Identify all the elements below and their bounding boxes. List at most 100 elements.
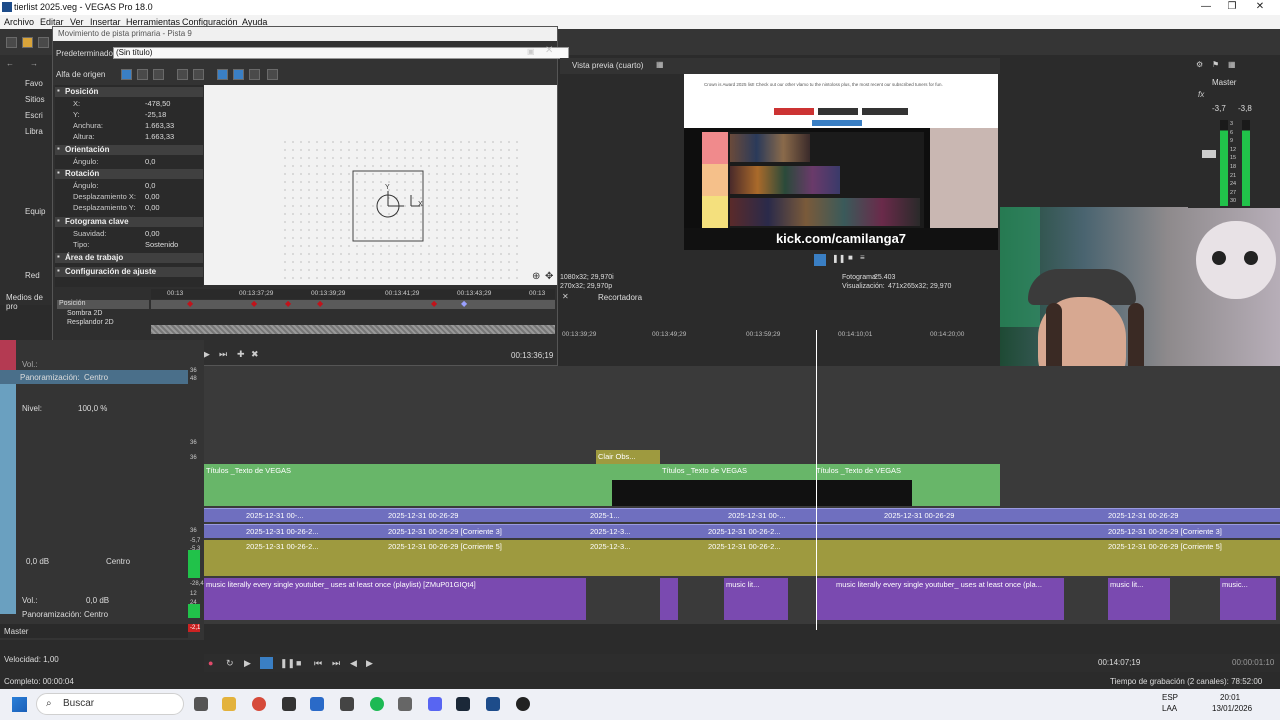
kf-ruler[interactable]: 00:13 00:13:37;29 00:13:39;29 00:13:41;2… <box>151 289 555 299</box>
section-settings[interactable]: Configuración de ajuste <box>55 266 203 277</box>
prop-offset-y-value[interactable]: 0,00 <box>145 203 160 212</box>
media-icon[interactable] <box>516 697 530 711</box>
record-button[interactable]: ● <box>208 658 213 668</box>
preview-menu-icon[interactable]: ≡ <box>860 253 865 262</box>
taskbar-search[interactable]: ⌕ Buscar <box>36 693 184 715</box>
music-clip[interactable]: music lit... <box>1108 578 1170 620</box>
pause-preview-button[interactable]: ❚❚ <box>832 254 845 263</box>
prop-x-value[interactable]: -478,50 <box>145 99 170 108</box>
keyframe-marker[interactable]: ◆ <box>285 299 291 308</box>
windows-start-icon[interactable] <box>12 697 27 712</box>
section-workarea[interactable]: Área de trabajo <box>55 252 203 263</box>
timeline-tracks[interactable]: Títulos _Texto de VEGAS Títulos _Texto d… <box>204 366 1280 624</box>
video-clip-row[interactable]: 2025-12-31 00-26-2... 2025-12-31 00-26-2… <box>204 524 1280 538</box>
pan-value[interactable]: Centro <box>84 373 108 382</box>
explorer-item-sites[interactable]: Sitios <box>25 95 45 104</box>
app-icon[interactable] <box>398 697 412 711</box>
video-clip-row[interactable]: 2025-12-31 00-... 2025-12-31 00-26-29 20… <box>204 508 1280 522</box>
zoom-icon[interactable]: ⊕ <box>532 271 540 282</box>
music-clip[interactable] <box>660 578 678 620</box>
back-icon[interactable]: ← <box>6 59 14 68</box>
playhead-cursor[interactable] <box>816 330 817 630</box>
copilot-icon[interactable] <box>194 697 208 711</box>
pause-button[interactable]: ❚❚ <box>280 658 295 669</box>
kf-add-icon[interactable]: ✚ <box>237 349 245 360</box>
spotify-icon[interactable] <box>370 697 384 711</box>
forward-icon[interactable]: → <box>30 59 38 68</box>
prop-height-value[interactable]: 1.663,33 <box>145 132 174 141</box>
file-explorer-icon[interactable] <box>222 697 236 711</box>
rotate-icon[interactable] <box>267 69 278 80</box>
centro-value[interactable]: Centro <box>106 557 130 566</box>
edit-object-icon[interactable] <box>153 69 164 80</box>
grid-icon[interactable]: ▦ <box>656 60 664 69</box>
save-preset-icon[interactable]: ▣ <box>527 47 535 56</box>
maximize-button[interactable]: ❐ <box>1222 1 1242 12</box>
music-clip[interactable]: music literally every single youtuber_ u… <box>816 578 1064 620</box>
prop-width-value[interactable]: 1.663,33 <box>145 121 174 130</box>
tab-trimmer[interactable]: Recortadora <box>598 293 642 302</box>
db-value[interactable]: 0,0 dB <box>26 557 49 566</box>
nivel-value[interactable]: 100,0 % <box>78 404 107 413</box>
preset-dropdown[interactable]: (Sin título) <box>113 47 569 59</box>
kf-next-icon[interactable]: ▶ <box>203 349 210 360</box>
save-icon[interactable] <box>38 37 49 48</box>
black-video-clip[interactable] <box>612 480 912 506</box>
link-icon[interactable] <box>1202 150 1216 158</box>
keyframe-marker[interactable]: ◆ <box>251 299 257 308</box>
preview-quality-dropdown[interactable]: Vista previa (cuarto) <box>572 61 643 70</box>
close-button[interactable]: ✕ <box>1250 1 1270 12</box>
kf-position-lane[interactable]: ◆ ◆ ◆ ◆ ◆ ◆ <box>151 299 555 309</box>
keyframe-marker[interactable]: ◆ <box>317 299 323 308</box>
play-button[interactable] <box>260 657 273 669</box>
stop-preview-button[interactable]: ■ <box>848 253 853 262</box>
normal-edit-icon[interactable] <box>121 69 132 80</box>
stop-button[interactable]: ■ <box>296 658 301 668</box>
clock-time[interactable]: 20:01 <box>1220 693 1240 702</box>
loop-button[interactable]: ↻ <box>226 658 234 669</box>
explorer-footer-tab[interactable]: Medios de pro <box>6 293 55 311</box>
motion-canvas[interactable]: Y X ⊕ ✥ <box>204 85 557 285</box>
prev-frame-button[interactable]: ◀ <box>350 658 357 669</box>
move-x-icon[interactable] <box>177 69 188 80</box>
gear-icon[interactable]: ⚙ <box>1196 60 1203 69</box>
section-keyframe[interactable]: Fotograma clave <box>55 216 203 227</box>
alpha-origin-dropdown[interactable]: Alfa de origen <box>56 70 105 79</box>
delete-preset-icon[interactable]: ✕ <box>545 45 553 56</box>
keyframe-marker[interactable]: ◆ <box>431 299 437 308</box>
play-preview-button[interactable] <box>814 254 826 266</box>
magnet-icon[interactable] <box>137 69 148 80</box>
fx-icon[interactable]: fx <box>1198 90 1204 99</box>
clock-date[interactable]: 13/01/2026 <box>1212 704 1252 713</box>
section-position[interactable]: Posición <box>55 86 203 97</box>
grid-icon[interactable]: ▦ <box>1228 60 1236 69</box>
move-y-icon[interactable] <box>193 69 204 80</box>
music-clip[interactable]: music literally every single youtuber_ u… <box>204 578 586 620</box>
chrome-icon[interactable] <box>252 697 266 711</box>
bus-icon[interactable]: ⚑ <box>1212 60 1219 69</box>
lang-code[interactable]: ESP <box>1162 693 1178 702</box>
kf-scroll-area[interactable] <box>151 325 555 334</box>
discord-icon[interactable] <box>428 697 442 711</box>
menu-archivo[interactable]: Archivo <box>4 17 34 27</box>
section-rotation[interactable]: Rotación <box>55 168 203 179</box>
play-from-start-button[interactable]: ▶ <box>244 658 251 669</box>
go-start-button[interactable]: ⏮ <box>314 658 322 669</box>
keyframe-marker[interactable]: ◆ <box>461 299 467 308</box>
explorer-item-computer[interactable]: Equip <box>25 207 45 216</box>
kf-track-glow[interactable]: Resplandor 2D <box>57 319 149 328</box>
video-preview[interactable]: Crown is Award 2025 list! Check out our … <box>684 74 998 250</box>
next-frame-button[interactable]: ▶ <box>366 658 373 669</box>
kf-track-position[interactable]: Posición <box>57 300 149 309</box>
prop-offset-x-value[interactable]: 0,00 <box>145 192 160 201</box>
open-folder-icon[interactable] <box>22 37 33 48</box>
cursor-time[interactable]: 00:14:07;19 <box>1098 658 1140 667</box>
go-end-button[interactable]: ⏭ <box>332 658 340 669</box>
explorer-item-favorites[interactable]: Favo <box>25 79 43 88</box>
explorer-item-libraries[interactable]: Libra <box>25 127 43 136</box>
minimize-button[interactable]: — <box>1196 1 1216 12</box>
prevent-x-icon[interactable] <box>217 69 228 80</box>
prop-angle-value[interactable]: 0,0 <box>145 157 155 166</box>
audio-clip-row[interactable]: 2025-12-31 00-26-2... 2025-12-31 00-26-2… <box>204 540 1280 576</box>
steam-icon[interactable] <box>456 697 470 711</box>
